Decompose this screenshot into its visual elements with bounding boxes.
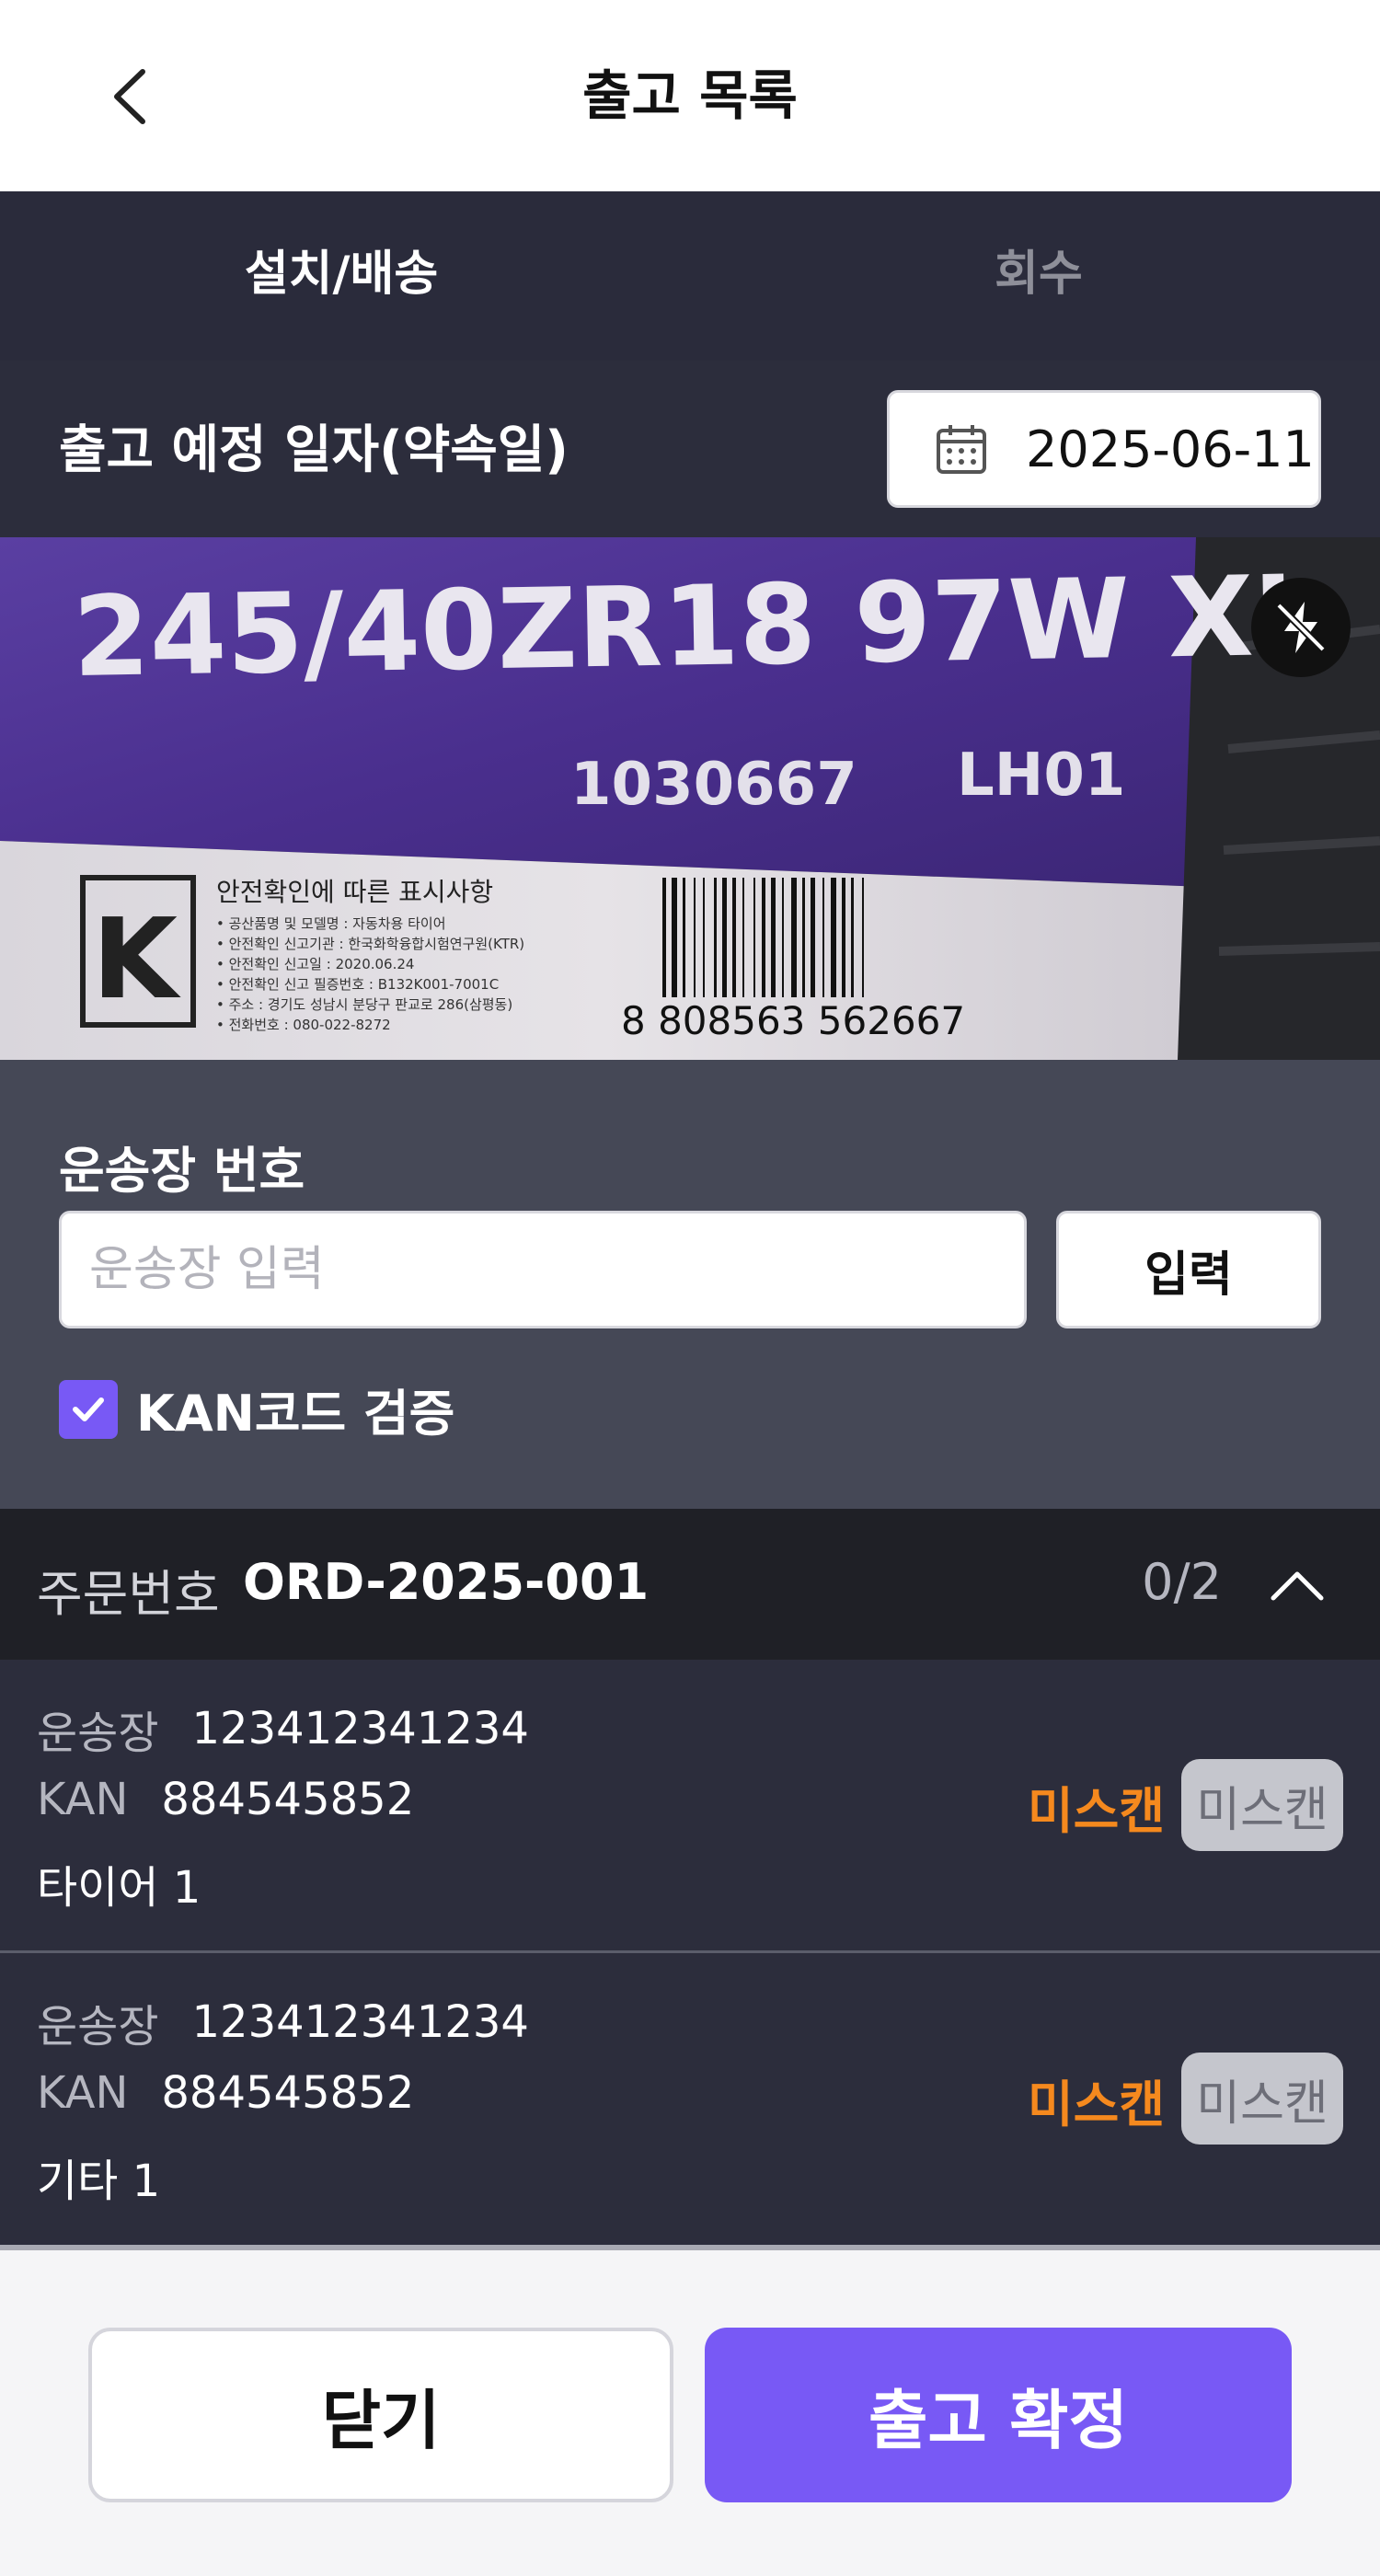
barcode-bar [831, 878, 836, 997]
label-line: • 안전확인 신고 필증번호 : B132K001-7001C [216, 976, 499, 993]
barcode-bar [791, 878, 797, 997]
barcode-bar [683, 878, 685, 997]
barcode-bar [762, 878, 765, 997]
scan-status-text: 미스캔 [1027, 2076, 1165, 2133]
kan-verify-label: KAN코드 검증 [136, 1385, 455, 1443]
waybill-label: 운송장 번호 [59, 1142, 305, 1200]
tire-size-text: 245/40ZR18 97W XL [72, 552, 1325, 702]
barcode-bar [732, 878, 736, 997]
chevron-left-icon [114, 69, 145, 124]
barcode-bar [771, 878, 776, 997]
kan-value: 884545852 [161, 1774, 415, 1825]
date-picker[interactable]: 2025-06-11 [887, 390, 1321, 508]
barcode-bar [753, 878, 755, 997]
calendar-icon [937, 425, 986, 474]
back-button[interactable] [92, 55, 166, 138]
barcode-bar [851, 878, 854, 997]
product-row: 타이어 1 [37, 1851, 201, 1915]
camera-frame-image: 245/40ZR18 97W XL 1030667 LH01 K 안전확인에 따… [0, 537, 1380, 1060]
flash-off-icon [1276, 602, 1326, 653]
waybill-input[interactable] [59, 1211, 1027, 1328]
schedule-date-row: 출고 예정 일자(약속일) 2025-06-11 [0, 361, 1380, 537]
label-line: • 전화번호 : 080-022-8272 [216, 1017, 391, 1033]
product-row: 기타 1 [37, 2145, 160, 2209]
flash-toggle-button[interactable] [1251, 578, 1351, 677]
camera-preview: 245/40ZR18 97W XL 1030667 LH01 K 안전확인에 따… [0, 537, 1380, 1060]
kan-verify-checkbox[interactable]: KAN코드 검증 [59, 1373, 454, 1445]
tire-code-text: 1030667 [570, 751, 857, 819]
scan-count: 0/2 [1142, 1553, 1222, 1611]
waybill-value: 123412341234 [191, 1703, 529, 1754]
barcode-bar [672, 878, 677, 997]
barcode-bar [694, 878, 696, 997]
label-line: • 안전확인 신고일 : 2020.06.24 [216, 956, 414, 972]
barcode-bar [822, 878, 824, 997]
waybill-key: 운송장 [37, 1708, 159, 1759]
label-title-text: 안전확인에 따른 표시사항 [216, 877, 493, 907]
product-name: 타이어 1 [37, 1862, 201, 1914]
barcode-number-text: 8 808563 562667 [621, 998, 965, 1043]
chevron-up-icon [1271, 1571, 1324, 1601]
scan-status-text: 미스캔 [1027, 1782, 1165, 1840]
scan-status-chip[interactable]: 미스캔 [1181, 2053, 1343, 2145]
scan-status-chip[interactable]: 미스캔 [1181, 1759, 1343, 1851]
confirm-release-button[interactable]: 출고 확정 [705, 2328, 1292, 2502]
waybill-submit-button[interactable]: 입력 [1056, 1211, 1321, 1328]
tire-code2-text: LH01 [957, 742, 1125, 810]
waybill-section: 운송장 번호 입력 KAN코드 검증 [0, 1060, 1380, 1509]
barcode-bar [811, 878, 815, 997]
svg-text:K: K [92, 896, 181, 1024]
tab-return[interactable]: 회수 [697, 191, 1380, 361]
list-item: 운송장 123412341234 KAN 884545852 타이어 1 미스캔… [0, 1660, 1380, 1950]
schedule-date-label: 출고 예정 일자(약속일) [59, 420, 569, 480]
barcode-bar [662, 878, 666, 997]
collapse-toggle[interactable] [1260, 1553, 1334, 1617]
barcode-bar [802, 878, 805, 997]
kan-key: KAN [37, 1774, 129, 1825]
order-header: 주문번호 ORD-2025-001 0/2 [0, 1509, 1380, 1660]
barcode-bar [722, 878, 727, 997]
label-line: • 주소 : 경기도 성남시 분당구 판교로 286(삼평동) [216, 996, 512, 1013]
kan-value: 884545852 [161, 2067, 415, 2119]
kan-row: KAN 884545852 [37, 2067, 414, 2119]
label-line: • 안전확인 신고기관 : 한국화학융합시험연구원(KTR) [216, 936, 524, 952]
checkbox-checked [59, 1379, 118, 1439]
product-name: 기타 1 [37, 2156, 161, 2207]
tab-install-delivery[interactable]: 설치/배송 [0, 191, 683, 361]
barcode-bar [782, 878, 784, 997]
barcode-bar [742, 878, 744, 997]
check-icon [73, 1397, 104, 1421]
kan-row: KAN 884545852 [37, 1774, 414, 1825]
page-title: 출고 목록 [582, 64, 798, 127]
date-value: 2025-06-11 [1026, 420, 1315, 478]
kan-key: KAN [37, 2067, 129, 2119]
label-line: • 공산품명 및 모델명 : 자동차용 타이어 [216, 915, 446, 932]
barcode-bar [842, 878, 845, 997]
waybill-row: 운송장 123412341234 [37, 1990, 529, 2054]
waybill-row: 운송장 123412341234 [37, 1696, 529, 1761]
app-header: 출고 목록 [0, 0, 1380, 191]
tab-bar: 설치/배송 회수 [0, 191, 1380, 551]
barcode-bar [862, 878, 864, 997]
barcode-bar [703, 878, 705, 997]
close-button[interactable]: 닫기 [88, 2328, 673, 2502]
waybill-value: 123412341234 [191, 1996, 529, 2048]
barcode-bar [714, 878, 717, 997]
order-number-value: ORD-2025-001 [243, 1553, 650, 1611]
list-item: 운송장 123412341234 KAN 884545852 기타 1 미스캔 … [0, 1953, 1380, 2244]
order-number-label: 주문번호 [37, 1565, 220, 1623]
waybill-key: 운송장 [37, 2001, 159, 2053]
bottom-action-bar: 닫기 출고 확정 [0, 2245, 1380, 2576]
